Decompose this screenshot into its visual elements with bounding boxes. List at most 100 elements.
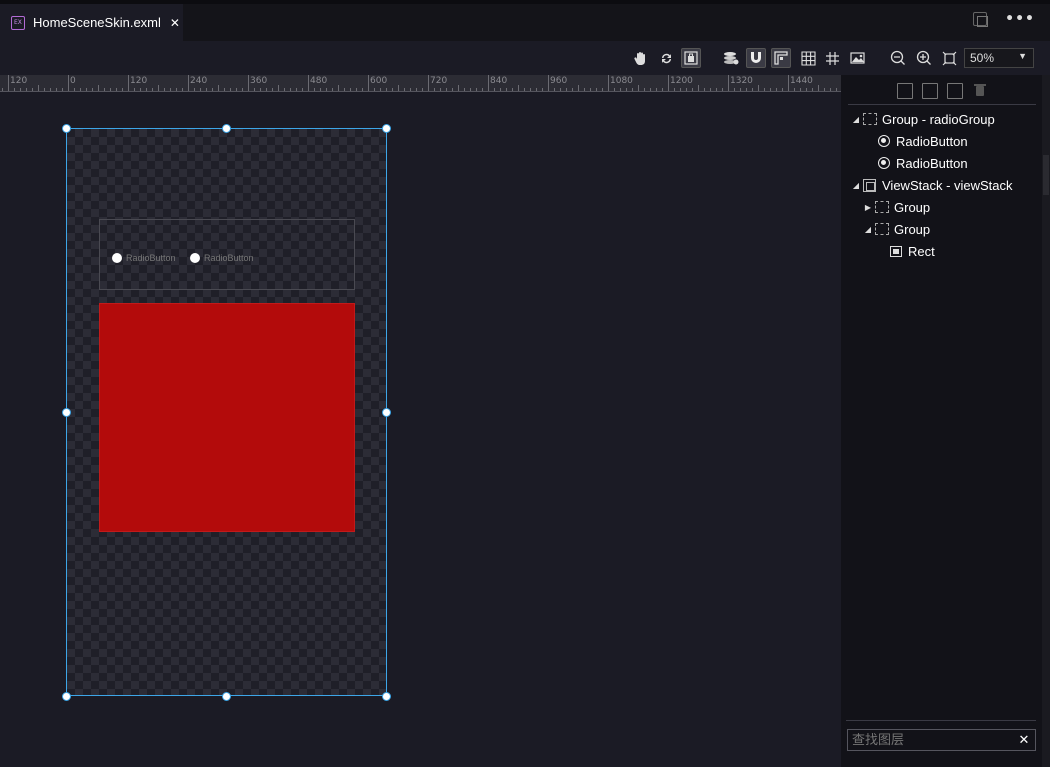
caret-expanded-icon[interactable]: ◢ bbox=[863, 225, 873, 234]
resize-handle-top[interactable] bbox=[222, 124, 231, 133]
ruler-tick bbox=[296, 88, 297, 91]
design-toolbar: 50% ▼ bbox=[0, 41, 1050, 75]
ruler-label: 720 bbox=[430, 76, 448, 86]
clear-search-icon[interactable]: ✕ bbox=[1013, 733, 1035, 748]
layer-row-radiobutton-2[interactable]: RadioButton bbox=[878, 152, 968, 174]
zoom-in-icon[interactable] bbox=[914, 48, 934, 68]
chevron-down-icon: ▼ bbox=[1018, 51, 1027, 61]
refresh-icon[interactable] bbox=[656, 48, 676, 68]
layer-row-radiogroup[interactable]: ◢ Group - radioGroup bbox=[851, 108, 995, 130]
ruler-tick bbox=[626, 88, 627, 91]
ruler-tick bbox=[290, 88, 291, 91]
ruler-tick bbox=[728, 75, 729, 91]
ruler-tick bbox=[344, 88, 345, 91]
caret-collapsed-icon[interactable]: ▶ bbox=[863, 203, 873, 212]
hash-grid-icon[interactable] bbox=[822, 48, 842, 68]
tab-title: HomeSceneSkin.exml bbox=[33, 15, 161, 30]
ruler-tick bbox=[164, 88, 165, 91]
tab-homesceneskin[interactable]: HomeSceneSkin.exml ✕ bbox=[0, 4, 183, 41]
fit-icon[interactable] bbox=[681, 48, 701, 68]
layer-row-radiobutton-1[interactable]: RadioButton bbox=[878, 130, 968, 152]
zoom-out-icon[interactable] bbox=[888, 48, 908, 68]
trash-icon[interactable] bbox=[972, 83, 988, 99]
layers-panel: ◢ Group - radioGroup RadioButton RadioBu… bbox=[841, 75, 1050, 767]
ruler-tick bbox=[518, 85, 519, 91]
ruler-tick bbox=[320, 88, 321, 91]
resize-handle-top-right[interactable] bbox=[382, 124, 391, 133]
ruler-tick bbox=[674, 88, 675, 91]
panel-scrollbar[interactable] bbox=[1042, 75, 1050, 767]
guide-icon[interactable] bbox=[771, 48, 791, 68]
move-layer-icon[interactable] bbox=[922, 83, 938, 99]
zoom-select[interactable]: 50% ▼ bbox=[964, 48, 1034, 68]
ruler-tick bbox=[248, 75, 249, 91]
ruler-tick bbox=[428, 75, 429, 91]
more-actions-icon[interactable]: ••• bbox=[1005, 12, 1035, 26]
ruler-tick bbox=[176, 88, 177, 91]
scrollbar-thumb[interactable] bbox=[1043, 155, 1049, 195]
ruler-tick bbox=[218, 85, 219, 91]
ruler-tick bbox=[230, 88, 231, 91]
hand-icon[interactable] bbox=[631, 48, 651, 68]
caret-expanded-icon[interactable]: ◢ bbox=[851, 115, 861, 124]
red-rect[interactable] bbox=[99, 303, 355, 532]
close-tab-icon[interactable]: ✕ bbox=[170, 16, 180, 30]
ruler-tick bbox=[356, 88, 357, 91]
ruler-tick bbox=[620, 88, 621, 91]
ruler-tick bbox=[404, 88, 405, 91]
resize-handle-left[interactable] bbox=[62, 408, 71, 417]
ruler-label: 840 bbox=[490, 76, 508, 86]
layer-label: Group - radioGroup bbox=[882, 111, 995, 127]
fullscreen-icon[interactable] bbox=[939, 48, 959, 68]
new-group-icon[interactable] bbox=[897, 83, 913, 99]
ruler-tick bbox=[38, 85, 39, 91]
radio-button-2[interactable]: RadioButton bbox=[190, 253, 254, 263]
ruler-tick bbox=[380, 88, 381, 91]
ruler-label: 120 bbox=[10, 76, 28, 86]
ruler-tick bbox=[266, 88, 267, 91]
radio-button-1[interactable]: RadioButton bbox=[112, 253, 176, 263]
ruler-tick bbox=[752, 88, 753, 91]
caret-expanded-icon[interactable]: ◢ bbox=[851, 181, 861, 190]
design-canvas[interactable]: RadioButton RadioButton bbox=[0, 92, 841, 767]
ruler-tick bbox=[644, 88, 645, 91]
layer-row-group-2[interactable]: ◢ Group bbox=[863, 218, 930, 240]
layer-label: Group bbox=[894, 221, 931, 237]
viewstack-icon bbox=[863, 178, 876, 192]
resize-handle-top-left[interactable] bbox=[62, 124, 71, 133]
ruler-tick bbox=[734, 88, 735, 91]
ruler-tick bbox=[530, 88, 531, 91]
ruler-tick bbox=[236, 88, 237, 91]
resize-handle-bottom[interactable] bbox=[222, 692, 231, 701]
magnet-icon[interactable] bbox=[746, 48, 766, 68]
resize-handle-bottom-left[interactable] bbox=[62, 692, 71, 701]
ruler-tick bbox=[140, 88, 141, 91]
ruler-tick bbox=[212, 88, 213, 91]
open-source-icon[interactable] bbox=[973, 12, 989, 27]
ruler-tick bbox=[98, 85, 99, 91]
ruler-tick bbox=[704, 88, 705, 91]
ruler-tick bbox=[662, 88, 663, 91]
grid-icon[interactable] bbox=[798, 48, 818, 68]
panel-divider bbox=[848, 104, 1036, 105]
ruler-label: 1080 bbox=[610, 76, 633, 86]
copy-layer-icon[interactable] bbox=[947, 83, 963, 99]
ruler-tick bbox=[764, 88, 765, 91]
resize-handle-right[interactable] bbox=[382, 408, 391, 417]
layer-row-group-1[interactable]: ▶ Group bbox=[863, 196, 930, 218]
layer-search-input[interactable] bbox=[848, 732, 1013, 748]
layers-icon[interactable] bbox=[721, 48, 741, 68]
ruler-tick bbox=[86, 88, 87, 91]
ruler-tick bbox=[116, 88, 117, 91]
layer-row-viewstack[interactable]: ◢ ViewStack - viewStack bbox=[851, 174, 1013, 196]
ruler-tick bbox=[524, 88, 525, 91]
layer-row-rect[interactable]: Rect bbox=[890, 240, 935, 262]
radio-group-box[interactable]: RadioButton RadioButton bbox=[99, 219, 355, 290]
image-icon[interactable] bbox=[848, 48, 868, 68]
ruler-tick bbox=[746, 88, 747, 91]
artboard[interactable]: RadioButton RadioButton bbox=[66, 128, 387, 696]
search-divider bbox=[846, 720, 1036, 721]
ruler-tick bbox=[56, 88, 57, 91]
ruler-tick bbox=[482, 88, 483, 91]
resize-handle-bottom-right[interactable] bbox=[382, 692, 391, 701]
